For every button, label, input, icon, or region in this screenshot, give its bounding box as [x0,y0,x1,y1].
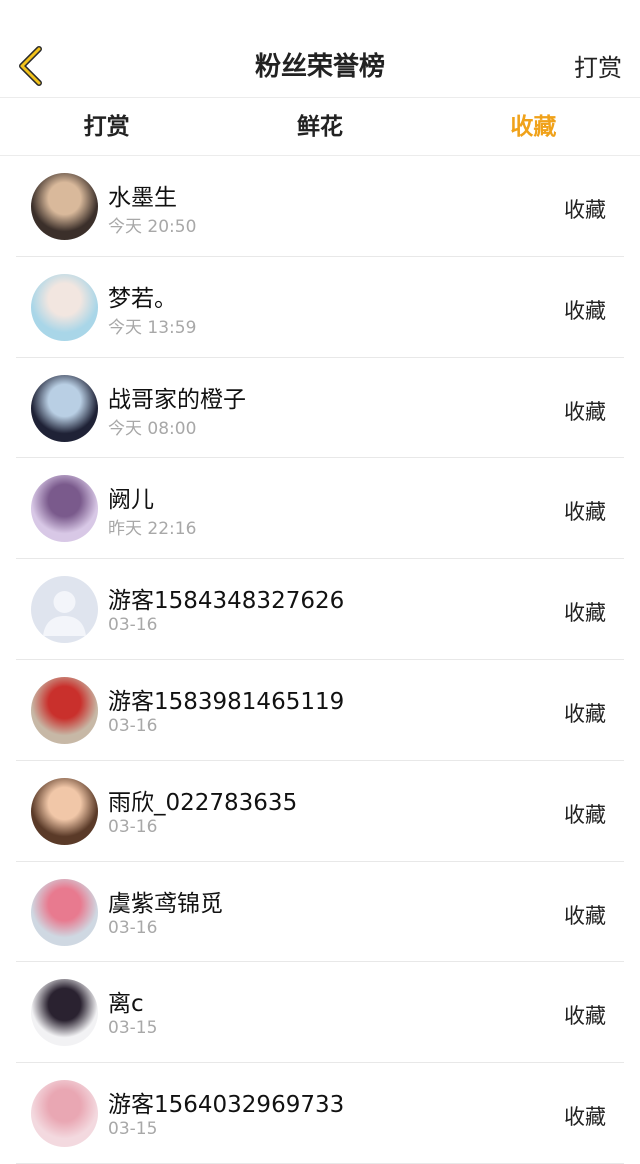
action-label: 收藏 [564,802,606,827]
action-label: 收藏 [564,601,606,626]
fan-list: 水墨生 今天 20:50 收藏 梦若。 今天 13:59 收藏 战哥家的橙子 今… [0,156,640,1164]
list-item[interactable]: 离c 03-15 收藏 [16,962,624,1064]
fan-name: 雨欣_022783635 [108,789,298,816]
fan-time: 03-15 [108,1119,158,1140]
fan-name: 梦若。 [108,285,177,312]
avatar[interactable] [31,1080,98,1148]
fan-name: 战哥家的橙子 [108,386,246,413]
fan-name: 虞紫鸢锦觅 [108,890,223,917]
fan-time: 03-16 [108,615,158,636]
fan-time: 03-15 [108,1018,158,1039]
action-label: 收藏 [564,701,606,726]
avatar[interactable] [31,475,98,543]
fan-time: 昨天 22:16 [108,519,197,540]
action-label: 收藏 [564,500,606,525]
page-title: 粉丝荣誉榜 [254,52,385,82]
list-item[interactable]: 水墨生 今天 20:50 收藏 [16,156,624,257]
list-item[interactable]: 梦若。 今天 13:59 收藏 [16,257,624,358]
avatar[interactable] [31,777,98,845]
fan-time: 03-16 [108,816,158,837]
action-label: 收藏 [564,1105,606,1130]
action-label: 收藏 [564,399,606,424]
tab-flowers[interactable]: 鲜花 [213,98,426,155]
fan-name: 阙儿 [108,487,154,514]
action-label: 收藏 [564,298,606,323]
tab-reward[interactable]: 打赏 [0,98,213,155]
fan-time: 今天 13:59 [108,317,197,338]
fan-name: 游客1564032969733 [108,1092,345,1119]
avatar[interactable] [31,979,98,1047]
fan-time: 今天 20:50 [108,217,197,237]
avatar[interactable] [31,878,98,946]
fan-time: 03-16 [108,917,158,938]
list-item[interactable]: 战哥家的橙子 今天 08:00 收藏 [16,358,624,459]
list-item[interactable]: 雨欣_022783635 03-16 收藏 [16,761,624,862]
action-label: 收藏 [564,903,606,928]
list-item[interactable]: 游客1583981465119 03-16 收藏 [16,660,624,761]
fan-time: 今天 08:00 [108,418,197,439]
fan-name: 游客1583981465119 [108,688,345,715]
list-item[interactable]: 阙儿 昨天 22:16 收藏 [16,458,624,560]
fan-name: 离c [108,991,144,1018]
list-item[interactable]: 游客1564032969733 03-15 收藏 [16,1063,624,1164]
list-item[interactable]: 虞紫鸢锦觅 03-16 收藏 [16,862,624,963]
fan-name: 游客1584348327626 [108,588,345,615]
default-avatar-icon [31,576,98,644]
reward-button[interactable]: 打赏 [574,48,622,83]
avatar[interactable] [31,576,98,644]
tab-favorites[interactable]: 收藏 [427,98,640,155]
avatar[interactable] [31,374,98,442]
action-label: 收藏 [564,1004,606,1029]
tab-bar: 打赏 鲜花 收藏 [0,98,640,156]
avatar[interactable] [31,273,98,341]
fan-time: 03-16 [108,715,158,736]
avatar[interactable] [31,173,98,240]
fan-name: 水墨生 [108,185,177,211]
navigation-bar: 粉丝荣誉榜 打赏 [0,0,640,98]
action-label: 收藏 [564,198,606,222]
list-item[interactable]: 游客1584348327626 03-16 收藏 [16,559,624,660]
avatar[interactable] [31,676,98,744]
